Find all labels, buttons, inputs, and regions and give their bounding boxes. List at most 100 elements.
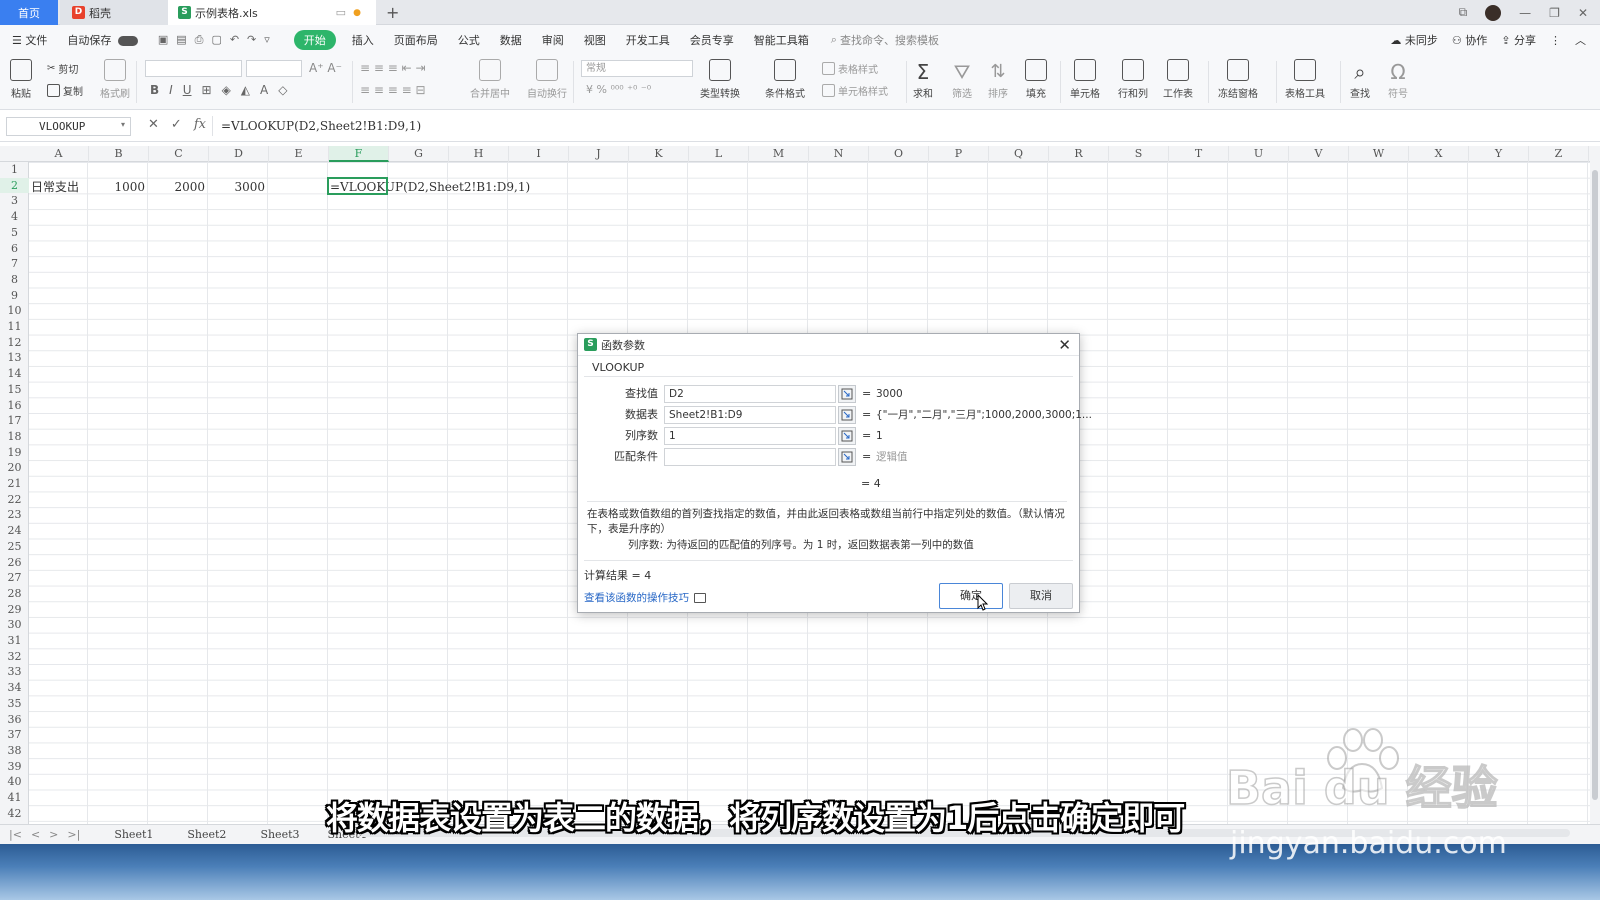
row-header-23[interactable]: 23 [0, 507, 29, 523]
row-header-32[interactable]: 32 [0, 649, 29, 665]
freeze-panes-button[interactable]: 冻结窗格 [1218, 59, 1258, 100]
row-header-1[interactable]: 1 [0, 162, 29, 178]
column-header-N[interactable]: N [809, 146, 869, 162]
align-bottom-buttons[interactable]: ≡ ≡ ≡ ≡ ⊟ [360, 83, 426, 97]
range-select-icon[interactable] [838, 448, 856, 466]
column-header-M[interactable]: M [749, 146, 809, 162]
row-header-12[interactable]: 12 [0, 335, 29, 351]
row-header-34[interactable]: 34 [0, 680, 29, 696]
row-header-24[interactable]: 24 [0, 523, 29, 539]
column-header-E[interactable]: E [269, 146, 329, 162]
column-header-T[interactable]: T [1169, 146, 1229, 162]
clear-icon[interactable]: ◇ [278, 83, 287, 97]
column-header-J[interactable]: J [569, 146, 629, 162]
cell-C2[interactable]: 2000 [149, 179, 205, 195]
row-header-20[interactable]: 20 [0, 460, 29, 476]
font-family-select[interactable] [145, 60, 242, 77]
vertical-scroll-thumb[interactable] [1592, 170, 1598, 800]
cancel-button[interactable]: 取消 [1009, 583, 1073, 609]
row-header-14[interactable]: 14 [0, 366, 29, 382]
ok-button[interactable]: 确定 [939, 583, 1003, 609]
column-header-G[interactable]: G [389, 146, 449, 162]
cell-A2[interactable]: 日常支出 [31, 179, 79, 195]
match-type-input[interactable] [664, 448, 836, 466]
font-style-buttons[interactable]: B I U ⊞ ◈ ◭ A ◇ [150, 83, 287, 97]
column-header-Z[interactable]: Z [1529, 146, 1589, 162]
lookup-value-input[interactable]: D2 [664, 385, 836, 403]
row-header-28[interactable]: 28 [0, 586, 29, 602]
last-sheet-icon[interactable]: >| [67, 828, 80, 841]
row-header-8[interactable]: 8 [0, 272, 29, 288]
menu-formulas[interactable]: 公式 [448, 32, 490, 48]
symbol-button[interactable]: Ω 符号 [1388, 59, 1408, 100]
fill-color-icon[interactable]: ◭ [241, 83, 250, 97]
fx-icon[interactable]: fx [194, 117, 206, 132]
row-header-22[interactable]: 22 [0, 492, 29, 508]
filter-button[interactable]: ⛛ 筛选 [952, 59, 972, 100]
column-header-V[interactable]: V [1289, 146, 1349, 162]
tab-home[interactable]: 首页 [0, 0, 58, 25]
range-select-icon[interactable] [838, 406, 856, 424]
share-button[interactable]: ⇪ 分享 [1501, 32, 1536, 48]
align-top-buttons[interactable]: ≡ ≡ ≡ ⇤ ⇥ [360, 61, 426, 75]
row-header-9[interactable]: 9 [0, 288, 29, 304]
column-header-I[interactable]: I [509, 146, 569, 162]
collaborate-button[interactable]: ⚇ 协作 [1452, 32, 1487, 48]
row-header-35[interactable]: 35 [0, 696, 29, 712]
tab-docer[interactable]: D 稻壳 [60, 0, 168, 25]
table-style-button[interactable]: 表格样式 [822, 61, 878, 76]
row-header-16[interactable]: 16 [0, 398, 29, 414]
toggle-switch-icon[interactable] [117, 36, 138, 46]
cancel-icon[interactable]: ✕ [148, 117, 159, 132]
row-header-27[interactable]: 27 [0, 570, 29, 586]
copy-button[interactable]: 复制 [47, 83, 83, 98]
format-painter-button[interactable]: 格式刷 [100, 59, 130, 100]
border-icon[interactable]: ⊞ [202, 83, 212, 97]
more-icon[interactable]: ⋮ [1550, 34, 1561, 47]
menu-smart-toolbox[interactable]: 智能工具箱 [744, 32, 819, 48]
column-header-A[interactable]: A [29, 146, 89, 162]
tab-file-active[interactable]: S 示例表格.xls ▭ ● [168, 0, 376, 25]
row-header-11[interactable]: 11 [0, 319, 29, 335]
row-header-21[interactable]: 21 [0, 476, 29, 492]
prev-sheet-icon[interactable]: < [31, 828, 40, 841]
column-header-B[interactable]: B [89, 146, 149, 162]
row-header-3[interactable]: 3 [0, 193, 29, 209]
row-header-39[interactable]: 39 [0, 759, 29, 775]
row-header-2[interactable]: 2 [0, 177, 29, 194]
row-header-18[interactable]: 18 [0, 429, 29, 445]
merge-center-button[interactable]: 合并居中 [470, 59, 510, 100]
row-header-40[interactable]: 40 [0, 774, 29, 790]
confirm-icon[interactable]: ✓ [171, 117, 182, 132]
row-header-5[interactable]: 5 [0, 225, 29, 241]
formula-input[interactable]: =VLOOKUP(D2,Sheet2!B1:D9,1) [212, 116, 1597, 136]
minimize-icon[interactable]: — [1519, 6, 1531, 20]
autosave-toggle[interactable]: 自动保存 [57, 32, 148, 48]
column-header-Q[interactable]: Q [989, 146, 1049, 162]
restore-icon[interactable]: ❐ [1549, 6, 1560, 20]
name-box[interactable]: VLOOKUP [6, 117, 131, 136]
column-header-H[interactable]: H [449, 146, 509, 162]
wrap-text-button[interactable]: 自动换行 [527, 59, 567, 100]
row-header-13[interactable]: 13 [0, 350, 29, 366]
column-header-W[interactable]: W [1349, 146, 1409, 162]
row-header-30[interactable]: 30 [0, 617, 29, 633]
row-header-37[interactable]: 37 [0, 727, 29, 743]
column-header-S[interactable]: S [1109, 146, 1169, 162]
sheet-tab-3[interactable]: Sheet3 [260, 828, 299, 841]
column-header-L[interactable]: L [689, 146, 749, 162]
menu-data[interactable]: 数据 [490, 32, 532, 48]
font-size-adjust[interactable]: A⁺ A⁻ [309, 61, 342, 75]
range-select-icon[interactable] [838, 385, 856, 403]
row-header-7[interactable]: 7 [0, 256, 29, 272]
row-header-19[interactable]: 19 [0, 445, 29, 461]
dialog-close-icon[interactable]: ✕ [1058, 336, 1071, 354]
fill-button[interactable]: 填充 [1025, 59, 1047, 100]
column-header-U[interactable]: U [1229, 146, 1289, 162]
menu-insert[interactable]: 插入 [342, 32, 384, 48]
range-select-icon[interactable] [838, 427, 856, 445]
row-header-17[interactable]: 17 [0, 413, 29, 429]
collapse-ribbon-icon[interactable]: ︿ [1575, 32, 1586, 48]
menu-view[interactable]: 视图 [574, 32, 616, 48]
next-sheet-icon[interactable]: > [49, 828, 58, 841]
